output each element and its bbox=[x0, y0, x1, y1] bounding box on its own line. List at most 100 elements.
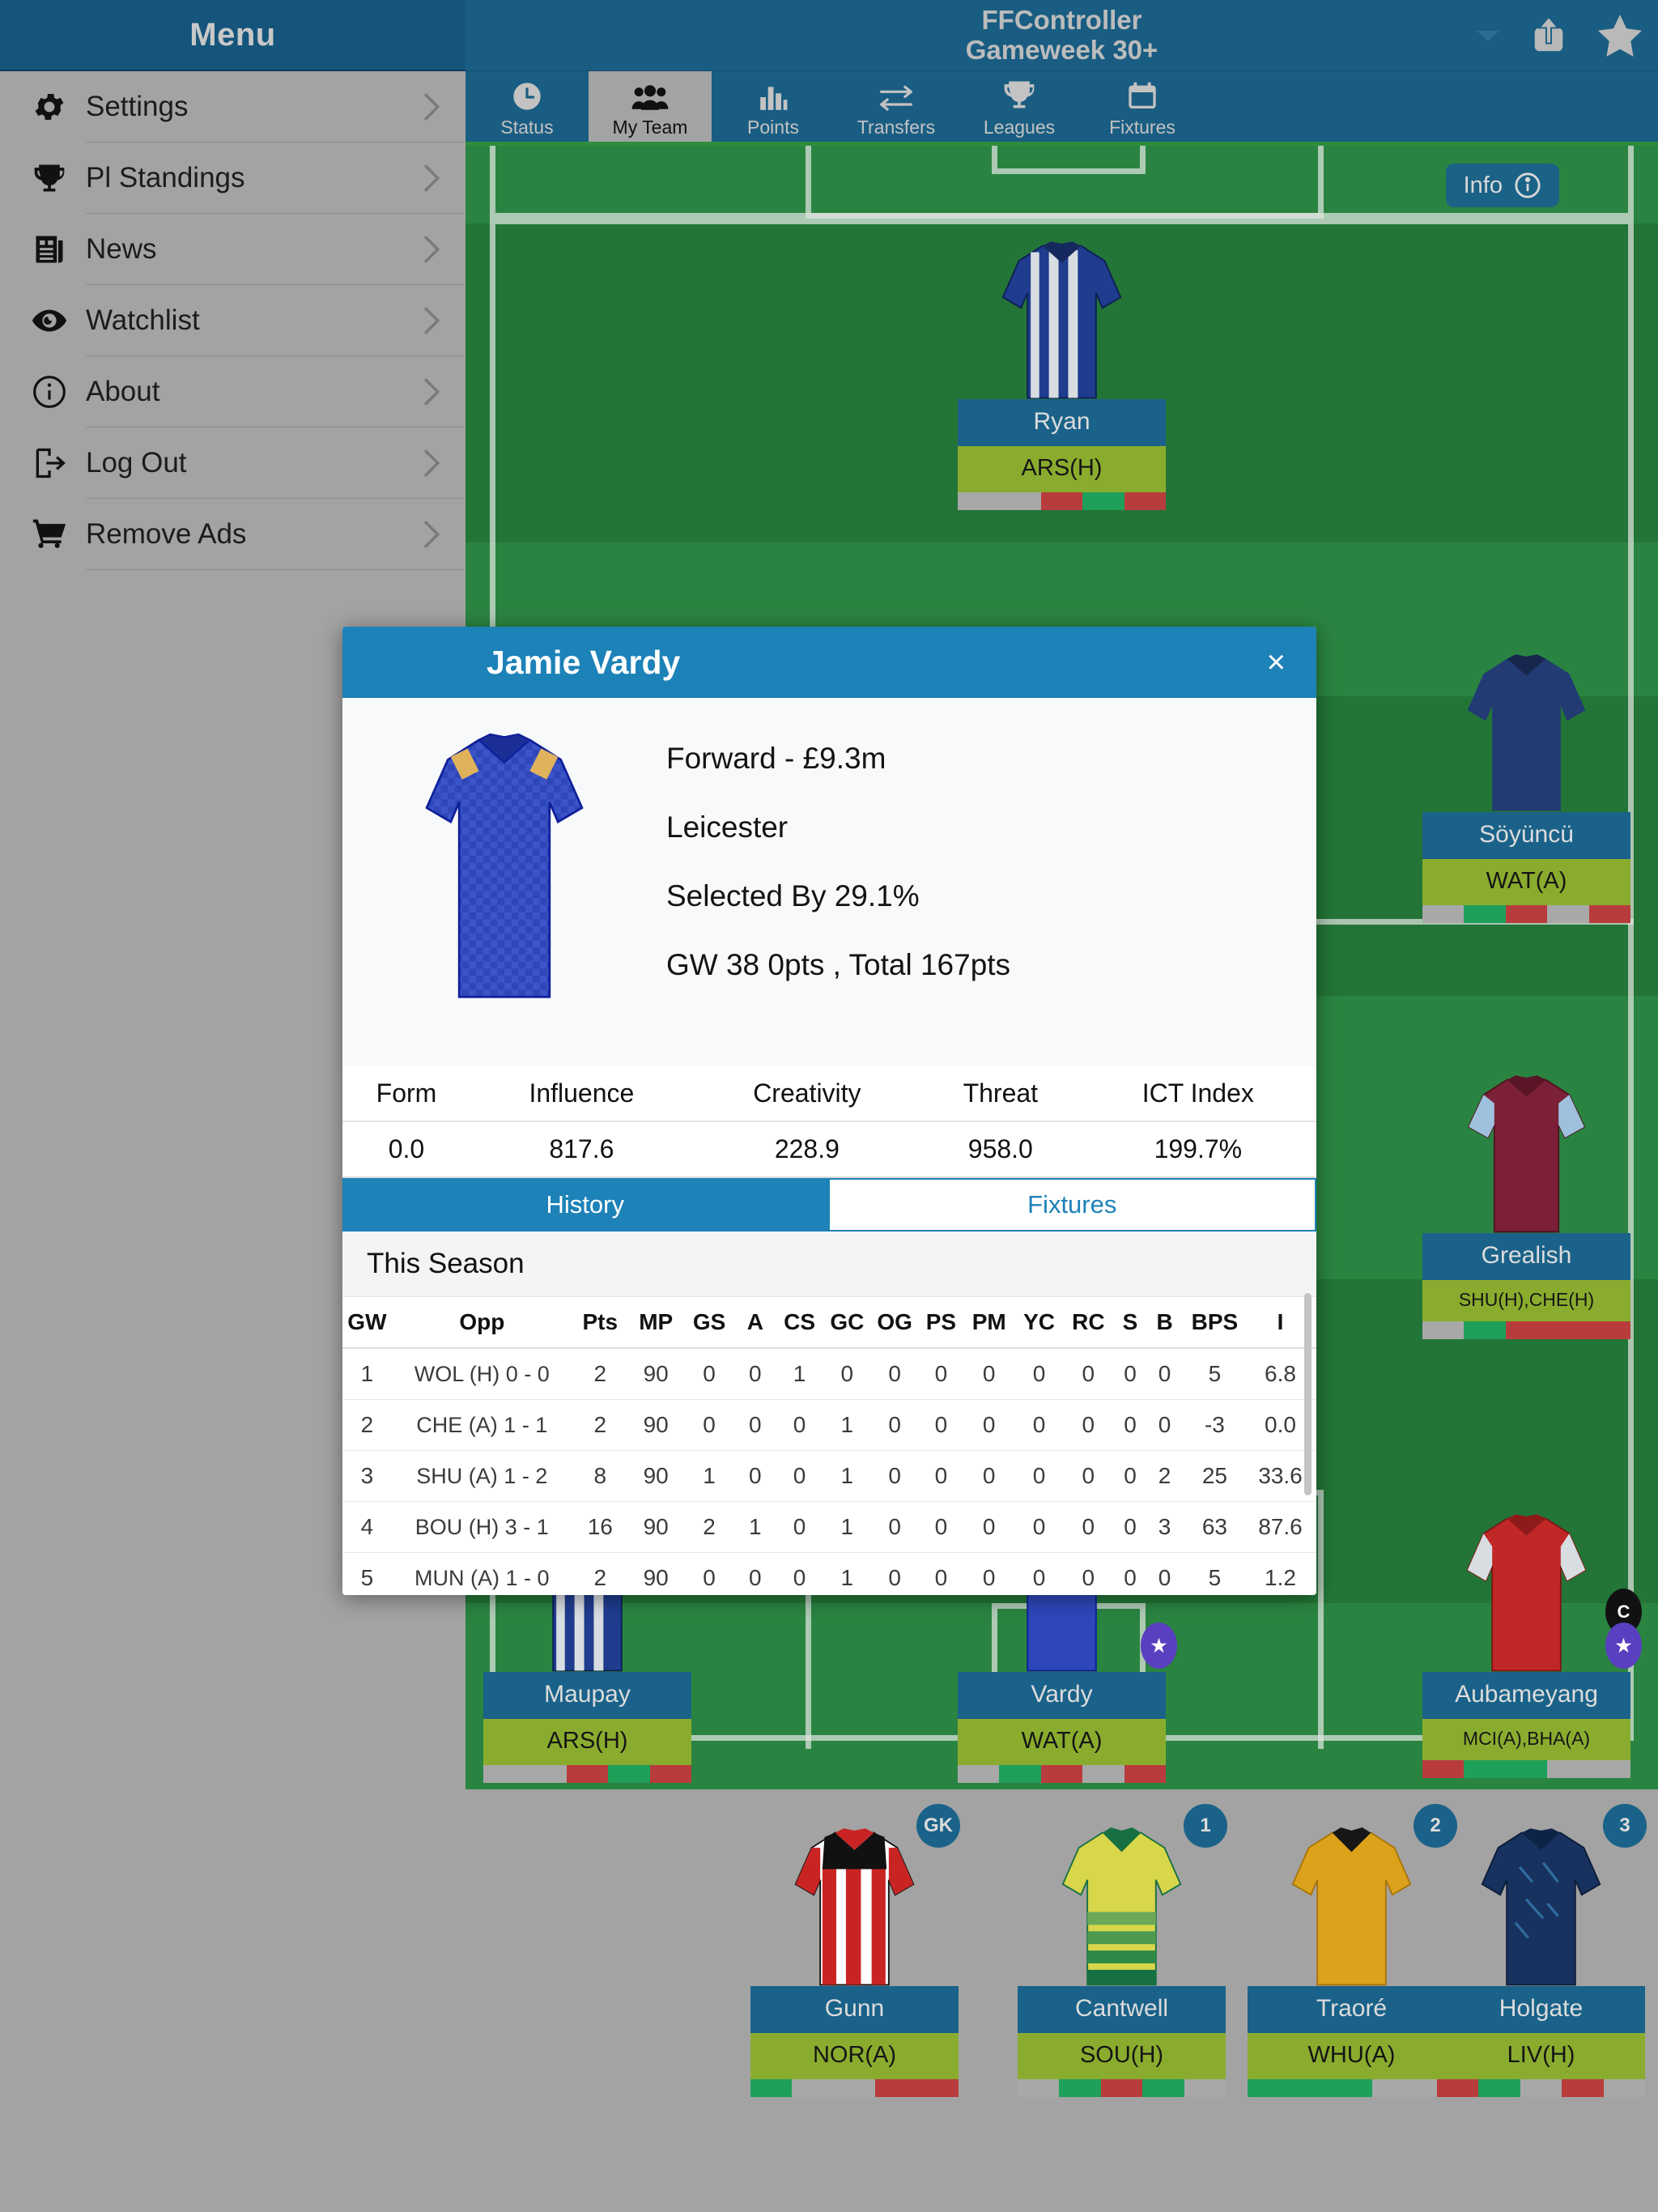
form-cell bbox=[1437, 2079, 1479, 2097]
form-cell bbox=[1124, 1765, 1167, 1783]
table-row[interactable]: 2CHE (A) 1 - 129000010000000-30.02. bbox=[342, 1400, 1316, 1451]
sidebar-item-settings[interactable]: Settings bbox=[0, 71, 466, 143]
history-cell: 0.0 bbox=[1265, 1412, 1296, 1437]
form-cell bbox=[1040, 1765, 1083, 1783]
player-card[interactable]: Gunn NOR(A) bbox=[750, 1828, 959, 2097]
history-cell: 0 bbox=[982, 1565, 996, 1590]
history-cell: 5 bbox=[1208, 1361, 1222, 1386]
sidebar-item-label: Watchlist bbox=[86, 304, 200, 336]
history-cell: 0 bbox=[1032, 1361, 1046, 1386]
form-cell bbox=[1603, 2079, 1646, 2097]
sidebar-item-about[interactable]: About bbox=[0, 356, 466, 428]
history-cell: 3 bbox=[1158, 1514, 1171, 1539]
history-cell: 5 bbox=[360, 1565, 374, 1590]
player-stats-table: Form Influence Creativity Threat ICT Index 0… bbox=[342, 1066, 1316, 1178]
people-icon bbox=[631, 80, 669, 113]
tab-transfers[interactable]: Transfers bbox=[835, 71, 958, 142]
caret-down-icon[interactable] bbox=[1477, 30, 1499, 41]
form-cell bbox=[875, 2079, 917, 2097]
form-cell bbox=[1124, 492, 1167, 510]
tab-leagues[interactable]: Leagues bbox=[958, 71, 1081, 142]
player-card[interactable]: Ryan ARS(H) bbox=[958, 241, 1167, 510]
player-card[interactable]: Holgate LIV(H) bbox=[1437, 1828, 1646, 2097]
form-cell bbox=[1100, 2079, 1143, 2097]
player-fixture: ARS(H) bbox=[483, 1719, 691, 1765]
history-cell: 1 bbox=[840, 1514, 854, 1539]
pitch-line-penalty-top bbox=[806, 146, 1324, 219]
history-cell: 0 bbox=[1082, 1514, 1095, 1539]
chevron-right-icon bbox=[419, 446, 443, 480]
history-cell: 2 bbox=[593, 1361, 607, 1386]
player-card[interactable]: Söyüncü WAT(A) bbox=[1422, 654, 1631, 923]
player-shirt-icon bbox=[1422, 1075, 1630, 1233]
history-cell: 2 bbox=[1158, 1463, 1171, 1488]
modal-player-info: Forward - £9.3m Leicester Selected By 29… bbox=[666, 722, 1316, 1058]
history-cell: 2 bbox=[593, 1565, 607, 1590]
history-cell: 5 bbox=[1208, 1565, 1222, 1590]
tab-status[interactable]: Status bbox=[466, 71, 589, 142]
table-row[interactable]: 3SHU (A) 1 - 2890100100000022533.61. bbox=[342, 1451, 1316, 1502]
form-cell bbox=[566, 1765, 609, 1783]
player-card[interactable]: Grealish SHU(H),CHE(H) bbox=[1422, 1075, 1631, 1339]
sidebar-item-remove-ads[interactable]: Remove Ads bbox=[0, 499, 466, 570]
player-shirt-icon bbox=[1248, 1827, 1456, 1986]
table-row[interactable]: 4BOU (H) 3 - 11690210100000036387.613 bbox=[342, 1502, 1316, 1553]
tab-bar: Status My Team Points Transfers Leagues Fixtu… bbox=[466, 71, 1658, 146]
history-cell: -3 bbox=[1204, 1412, 1225, 1437]
history-cell: 0 bbox=[982, 1463, 996, 1488]
player-name: Traoré bbox=[1248, 1986, 1456, 2033]
sidebar-item-log-out[interactable]: Log Out bbox=[0, 428, 466, 499]
history-cell: 0 bbox=[934, 1412, 948, 1437]
form-cell bbox=[999, 1765, 1041, 1783]
chevron-right-icon bbox=[419, 232, 443, 266]
history-cell: 2 bbox=[593, 1412, 607, 1437]
sidebar-item-label: News bbox=[86, 232, 157, 265]
close-icon[interactable]: × bbox=[1267, 646, 1286, 678]
history-cell: 1 bbox=[703, 1463, 716, 1488]
form-cell bbox=[1330, 2079, 1373, 2097]
tab-fixtures[interactable]: Fixtures bbox=[1081, 71, 1204, 142]
star-badge: ★ bbox=[1605, 1623, 1642, 1669]
scrollbar[interactable] bbox=[1304, 1293, 1312, 1495]
history-cell: 0 bbox=[793, 1463, 806, 1488]
form-cell bbox=[1547, 905, 1589, 923]
chevron-right-icon bbox=[419, 375, 443, 409]
player-shirt-icon bbox=[1422, 1514, 1630, 1672]
star-icon[interactable] bbox=[1598, 15, 1642, 57]
tab-label: Points bbox=[747, 116, 799, 138]
history-header-cell: MP bbox=[627, 1297, 684, 1349]
form-cell bbox=[1464, 905, 1506, 923]
sidebar-title: Menu bbox=[189, 16, 276, 53]
sidebar-item-pl-standings[interactable]: Pl Standings bbox=[0, 143, 466, 214]
history-cell: 0 bbox=[888, 1412, 901, 1437]
history-header-cell: PM bbox=[963, 1297, 1015, 1349]
sidebar-item-watchlist[interactable]: Watchlist bbox=[0, 285, 466, 356]
history-cell: 0 bbox=[1032, 1412, 1046, 1437]
modal-header: Jamie Vardy × bbox=[342, 627, 1316, 698]
player-card[interactable]: C ★ Aubameyang MCI(A),BHA(A) bbox=[1422, 1514, 1642, 1778]
table-row[interactable]: 1WOL (H) 0 - 02900010000000056.84. bbox=[342, 1348, 1316, 1400]
history-cell: 0 bbox=[703, 1565, 716, 1590]
history-header-cell: YC bbox=[1014, 1297, 1064, 1349]
info-button[interactable]: Info bbox=[1445, 164, 1559, 207]
table-row[interactable]: 5MUN (A) 1 - 02900001000000051.211 bbox=[342, 1553, 1316, 1596]
player-card[interactable]: Traoré WHU(A) bbox=[1248, 1827, 1456, 2097]
history-scroll-area[interactable]: This Season GW Opp Pts MP GS A CS GC OG PS PM YC RC S… bbox=[342, 1231, 1316, 1595]
history-cell: 1.2 bbox=[1265, 1565, 1296, 1590]
form-cell bbox=[1588, 1760, 1631, 1778]
player-name: Gunn bbox=[750, 1986, 959, 2033]
form-cell bbox=[1547, 1760, 1589, 1778]
tab-my-team[interactable]: My Team bbox=[589, 71, 712, 142]
form-bar bbox=[1422, 1760, 1631, 1778]
season-label: This Season bbox=[342, 1231, 1316, 1297]
tab-points[interactable]: Points bbox=[712, 71, 835, 142]
player-points: GW 38 0pts , Total 167pts bbox=[666, 948, 1011, 981]
sidebar-item-news[interactable]: News bbox=[0, 214, 466, 285]
player-card[interactable]: Cantwell SOU(H) bbox=[1018, 1827, 1226, 2097]
form-cell bbox=[1059, 2079, 1101, 2097]
player-name: Holgate bbox=[1437, 1986, 1645, 2033]
tab-fixtures[interactable]: Fixtures bbox=[827, 1178, 1316, 1231]
history-header-cell: B bbox=[1147, 1297, 1182, 1349]
tab-history[interactable]: History bbox=[342, 1178, 828, 1231]
share-icon[interactable] bbox=[1530, 15, 1567, 56]
